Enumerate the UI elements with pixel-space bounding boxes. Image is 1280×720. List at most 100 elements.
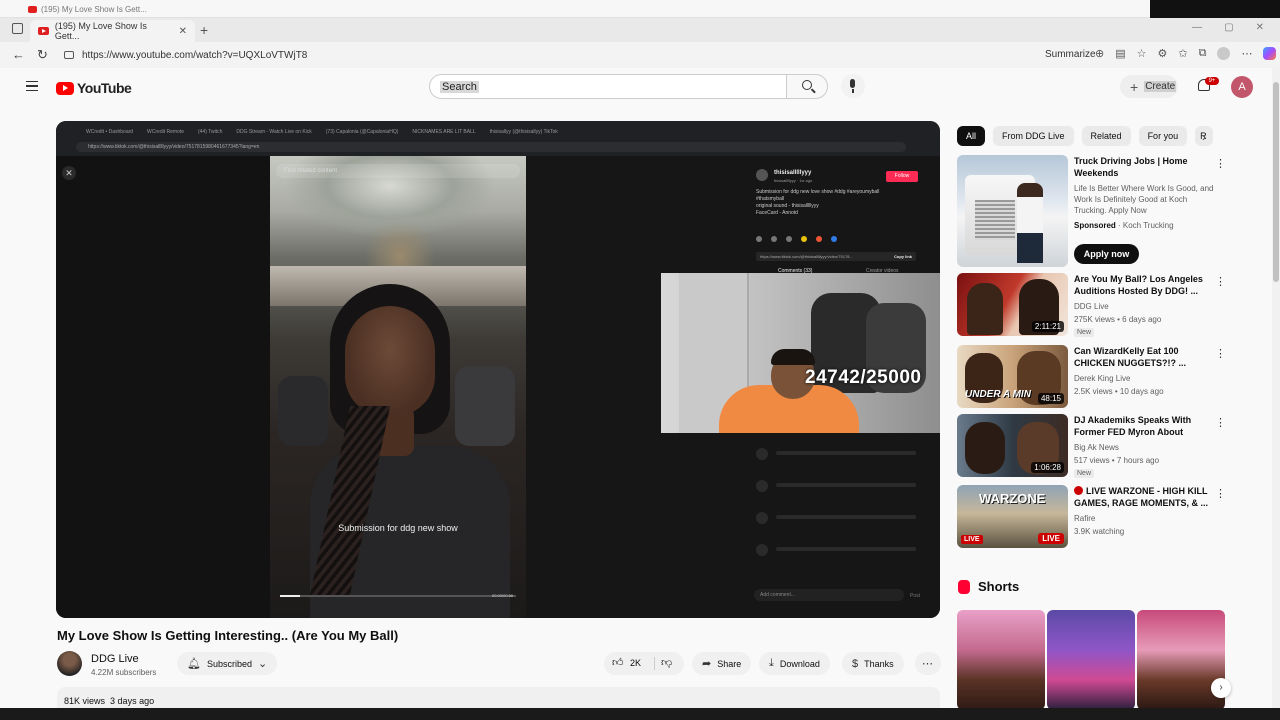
share-label: Share: [717, 658, 742, 669]
tab-actions-icon[interactable]: [12, 23, 23, 34]
search-button[interactable]: [786, 74, 828, 99]
chip-from-ddg-live[interactable]: From DDG Live: [993, 126, 1074, 146]
video-title: My Love Show Is Getting Interesting.. (A…: [57, 628, 399, 643]
tiktok-progress-bar: [280, 595, 516, 597]
search-icon: [802, 80, 812, 90]
address-bar[interactable]: https://www.youtube.com/watch?v=UQXLoVTW…: [60, 44, 1180, 66]
reader-icon[interactable]: ▤: [1115, 47, 1125, 60]
car-seat: [278, 376, 328, 446]
plus-icon: +: [1130, 78, 1139, 95]
video-player[interactable]: WCredit • Dashboard WCredit Remote (44) …: [56, 121, 940, 618]
embedded-tab: NICKNAMES ARE LIT BALL: [412, 129, 476, 135]
back-arrow-icon[interactable]: ←: [12, 47, 25, 62]
profile-icon[interactable]: [1217, 47, 1231, 60]
download-button[interactable]: ⤓ Download: [759, 652, 830, 675]
thanks-button[interactable]: $ Thanks: [842, 652, 904, 675]
close-window-icon[interactable]: ✕: [1256, 22, 1264, 33]
search-input[interactable]: Search: [429, 74, 787, 99]
chip-all[interactable]: All: [957, 126, 986, 146]
video-title[interactable]: LIVE WARZONE - HIGH KILL GAMES, RAGE MOM…: [1074, 485, 1209, 509]
recommendation-card[interactable]: 2:11:21 Are You My Ball? Los Angeles Aud…: [957, 273, 1226, 337]
driver-image: [1017, 183, 1043, 263]
share-button[interactable]: ➦ Share: [692, 652, 752, 675]
apply-now-button[interactable]: Apply now: [1074, 244, 1139, 264]
channel-name[interactable]: Derek King Live: [1074, 374, 1130, 383]
more-actions-button[interactable]: ⋯: [915, 652, 941, 675]
video-title[interactable]: DJ Akademiks Speaks With Former FED Myro…: [1074, 414, 1209, 438]
channel-avatar[interactable]: [57, 651, 82, 676]
comment-placeholder: [776, 483, 916, 487]
background-window-titlebar: (195) My Love Show Is Gett...: [0, 0, 1150, 18]
comment-icon: [771, 236, 777, 242]
copilot-icon[interactable]: [1263, 47, 1277, 60]
subscribed-button[interactable]: 🔔︎ Subscribed ⌄: [177, 652, 278, 675]
follow-button: Follow: [886, 171, 918, 182]
tab-youtube[interactable]: (195) My Love Show Is Gett... ✕: [30, 20, 195, 42]
recommendation-card[interactable]: UNDER A MIN 48:15 Can WizardKelly Eat 10…: [957, 345, 1226, 409]
more-vert-icon[interactable]: ⋮: [1215, 275, 1226, 288]
channel-name[interactable]: DDG Live: [91, 653, 139, 665]
video-meta: 3.9K watching: [1074, 527, 1125, 536]
more-vert-icon[interactable]: ⋮: [1215, 347, 1226, 360]
collections-icon[interactable]: ⧉: [1199, 47, 1207, 60]
comment-placeholder: [756, 544, 768, 556]
video-thumbnail[interactable]: WARZONE LIVE LIVE: [957, 485, 1068, 548]
youtube-logo[interactable]: YouTube: [56, 80, 132, 96]
extensions-icon[interactable]: ⚙: [1158, 47, 1168, 60]
channel-name[interactable]: Rafire: [1074, 514, 1095, 523]
short-thumbnail[interactable]: [957, 610, 1045, 708]
video-meta: 2.5K views • 10 days ago: [1074, 387, 1164, 396]
more-vert-icon[interactable]: ⋮: [1215, 157, 1226, 170]
thumbnail-live-tag: LIVE: [961, 535, 983, 544]
more-menu-icon[interactable]: ⋯: [1241, 47, 1252, 60]
more-vert-icon[interactable]: ⋮: [1215, 416, 1226, 429]
description-box[interactable]: [57, 687, 940, 708]
tiktok-avatar: [756, 169, 768, 181]
account-avatar[interactable]: A: [1231, 76, 1253, 98]
channel-name[interactable]: Big Ak News: [1074, 443, 1119, 452]
live-dot-icon: [1074, 486, 1083, 495]
video-thumbnail[interactable]: 1:06:28: [957, 414, 1068, 477]
chip-related[interactable]: Related: [1081, 126, 1131, 146]
sponsored-card[interactable]: Truck Driving Jobs | Home Weekends Life …: [957, 155, 1226, 267]
new-tab-icon[interactable]: +: [200, 22, 208, 38]
video-title[interactable]: Can WizardKelly Eat 100 CHICKEN NUGGETS?…: [1074, 345, 1209, 369]
video-title[interactable]: Are You My Ball? Los Angeles Auditions H…: [1074, 273, 1209, 297]
more-vert-icon[interactable]: ⋮: [1215, 487, 1226, 500]
create-button[interactable]: + Create: [1120, 75, 1178, 98]
add-comment-field: Add comment...: [754, 589, 904, 601]
reload-icon[interactable]: ↻: [37, 47, 48, 63]
summarize-button[interactable]: Summarize: [1045, 49, 1096, 60]
ad-title[interactable]: Truck Driving Jobs | Home Weekends: [1074, 155, 1209, 179]
site-info-icon[interactable]: [64, 51, 74, 59]
channel-name[interactable]: DDG Live: [1074, 302, 1109, 311]
embedded-browser-chrome: WCredit • Dashboard WCredit Remote (44) …: [56, 121, 940, 156]
shorts-header: Shorts: [958, 579, 1019, 594]
video-thumbnail[interactable]: 2:11:21: [957, 273, 1068, 336]
translate-icon[interactable]: ⊕: [1095, 47, 1104, 60]
voice-search-icon[interactable]: [841, 74, 865, 98]
ad-thumbnail[interactable]: [957, 155, 1068, 267]
menu-icon[interactable]: [26, 81, 38, 91]
maximize-icon[interactable]: ▢: [1224, 22, 1233, 33]
comment-placeholder: [756, 480, 768, 492]
tab-close-icon[interactable]: ✕: [179, 26, 187, 37]
dislike-icon[interactable]: 👎︎: [661, 656, 672, 669]
recommendation-card[interactable]: WARZONE LIVE LIVE LIVE WARZONE - HIGH KI…: [957, 485, 1226, 549]
chevron-right-icon[interactable]: ›: [1202, 130, 1206, 144]
chevron-down-icon: ⌄: [258, 658, 268, 670]
page-scrollbar[interactable]: [1272, 68, 1280, 708]
scrollbar-thumb[interactable]: [1273, 82, 1279, 282]
chip-for-you[interactable]: For you: [1138, 126, 1188, 146]
minimize-icon[interactable]: —: [1192, 22, 1202, 33]
background-tab[interactable]: (195) My Love Show Is Gett...: [28, 2, 168, 16]
recommendation-card[interactable]: 1:06:28 DJ Akademiks Speaks With Former …: [957, 414, 1226, 478]
favorite-star-icon[interactable]: ☆: [1137, 47, 1147, 60]
video-thumbnail[interactable]: UNDER A MIN 48:15: [957, 345, 1068, 408]
like-icon[interactable]: 👍︎: [612, 656, 624, 669]
favorites-icon[interactable]: ✩: [1178, 47, 1187, 60]
short-thumbnail[interactable]: [1047, 610, 1135, 708]
like-icon: [756, 236, 762, 242]
find-related-search: Find related content: [276, 164, 520, 178]
chevron-right-icon[interactable]: ›: [1211, 678, 1231, 698]
